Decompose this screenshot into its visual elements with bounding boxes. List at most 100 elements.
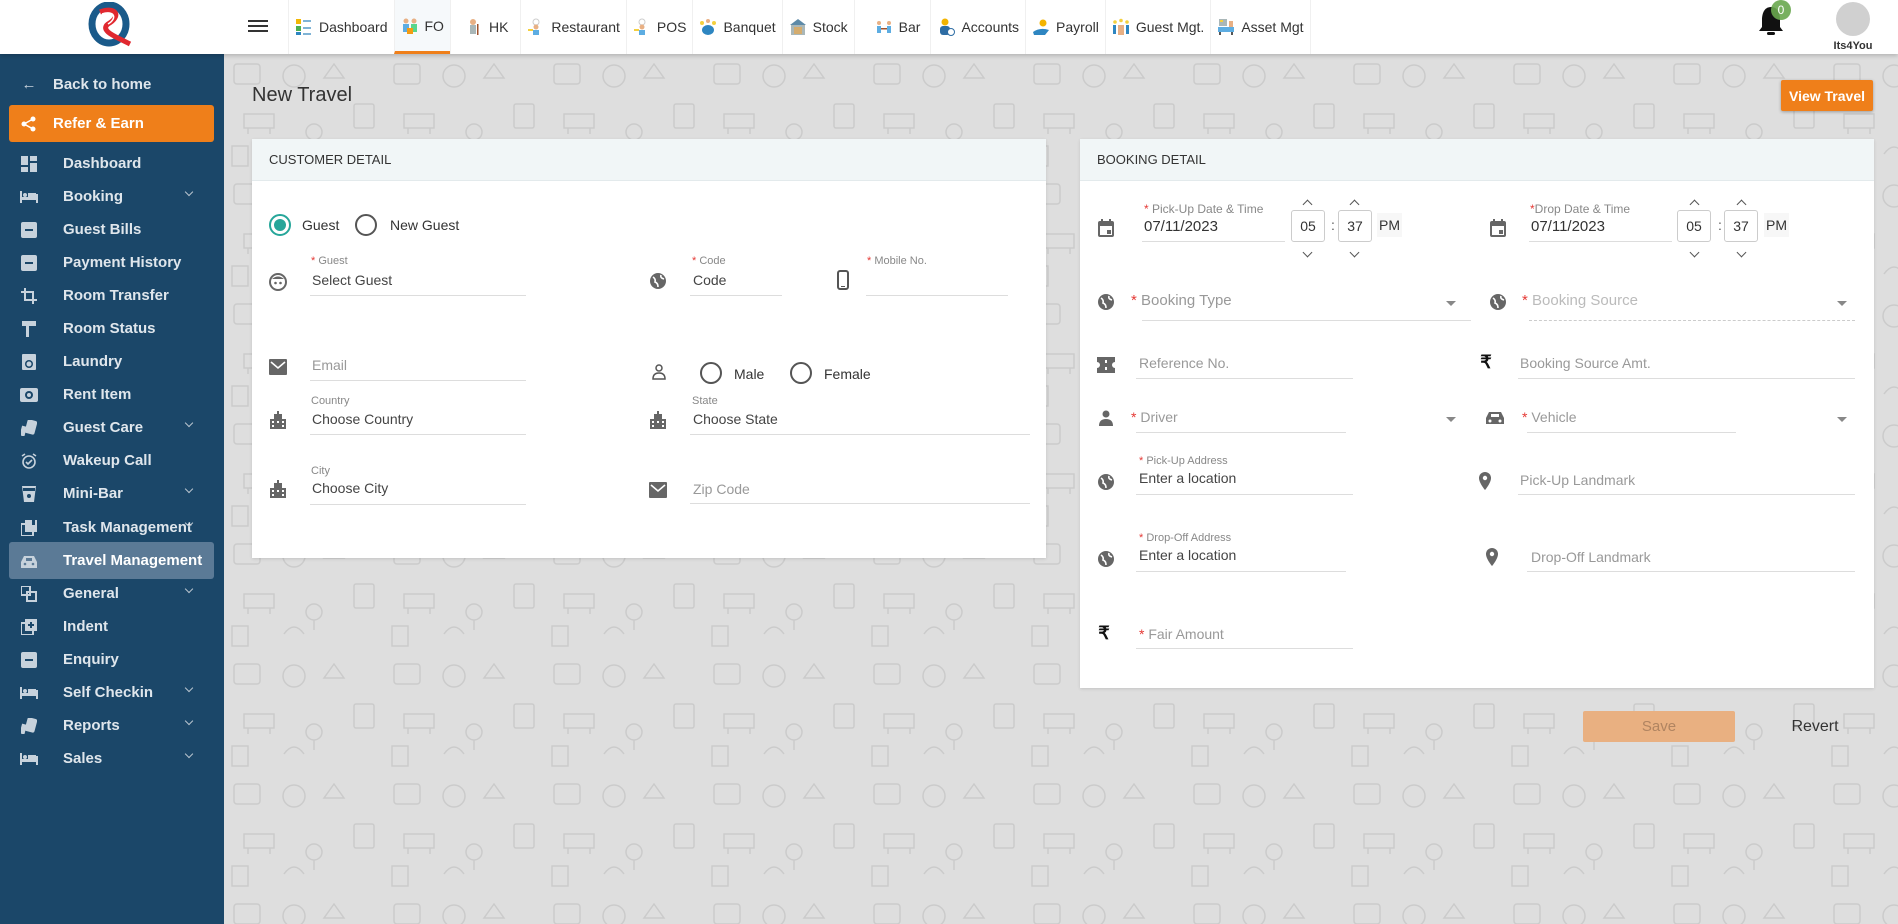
booking-source-select[interactable]: * Booking Source [1522,292,1638,309]
drop-minute-down-icon[interactable] [1736,247,1747,258]
sidebar-item-indent[interactable]: Indent [9,608,214,645]
save-button[interactable]: Save [1583,711,1735,742]
user-avatar[interactable] [1836,2,1870,36]
drop-address-input[interactable]: Enter a location [1139,547,1236,563]
module-accounts[interactable]: Accounts [930,0,1025,54]
pickup-hour-input[interactable]: 05 [1291,210,1325,242]
menu-toggle-button[interactable] [248,17,268,37]
module-pos[interactable]: POS [625,0,693,54]
module-nav: Dashboard FO HK Restaurant POS Banquet S… [288,0,1311,54]
alarm-icon [19,452,39,470]
drop-hour-input[interactable]: 05 [1677,210,1711,242]
sidebar-item-reports[interactable]: Reports [9,707,214,744]
state-select[interactable]: Choose State [693,411,778,427]
pickup-landmark-underline [1518,494,1855,495]
sidebar-item-guest-care[interactable]: Guest Care [9,409,214,446]
sidebar-item-room-transfer[interactable]: Room Transfer [9,277,214,314]
zip-code-input[interactable]: Zip Code [693,481,750,497]
pickup-date-input[interactable]: 07/11/2023 [1144,218,1218,235]
module-payroll[interactable]: Payroll [1025,0,1105,54]
drop-landmark-input[interactable]: Drop-Off Landmark [1531,549,1651,565]
country-label: Country [311,395,350,407]
sidebar-item-payment-history[interactable]: Payment History [9,244,214,281]
chevron-down-icon[interactable] [184,484,194,494]
new-guest-radio[interactable] [355,214,377,236]
customer-detail-card: CUSTOMER DETAIL Guest New Guest * Guest … [252,139,1046,558]
drop-hour-up-icon[interactable] [1689,199,1700,210]
sidebar-item-self-checkin[interactable]: Self Checkin [9,674,214,711]
mobile-input[interactable] [868,272,1008,292]
pickup-hour-up-icon[interactable] [1302,199,1313,210]
chevron-down-icon[interactable] [184,683,194,693]
drop-minute-input[interactable]: 37 [1724,210,1758,242]
caret-down-icon[interactable] [1837,417,1847,422]
sidebar-item-wakeup-call[interactable]: Wakeup Call [9,442,214,479]
sidebar-item-mini-bar[interactable]: Mini-Bar [9,475,214,512]
reference-no-input[interactable]: Reference No. [1139,355,1229,371]
drop-date-input[interactable]: 07/11/2023 [1531,218,1605,235]
sidebar-item-travel-management[interactable]: Travel Management [9,542,214,579]
module-asset-mgt[interactable]: Asset Mgt [1210,0,1311,54]
chevron-down-icon[interactable] [184,716,194,726]
chevron-down-icon[interactable] [184,749,194,759]
drop-minute-up-icon[interactable] [1736,199,1747,210]
caret-down-icon[interactable] [1837,301,1847,306]
sidebar-item-task-management[interactable]: Task Management [9,509,214,546]
module-bar[interactable]: Bar [853,0,931,54]
pickup-ampm-toggle[interactable]: PM [1377,213,1402,237]
drop-address-underline [1136,571,1346,572]
view-travel-button[interactable]: View Travel [1781,80,1873,111]
city-select[interactable]: Choose City [312,480,388,496]
revert-button[interactable]: Revert [1780,711,1850,742]
user-name[interactable]: Its4You [1820,40,1886,52]
guest-select[interactable]: Select Guest [312,272,392,288]
pickup-landmark-input[interactable]: Pick-Up Landmark [1520,472,1635,488]
sidebar-item-laundry[interactable]: Laundry [9,343,214,380]
module-banquet[interactable]: Banquet [692,0,781,54]
sidebar-item-booking[interactable]: Booking [9,178,214,215]
refer-and-earn-button[interactable]: Refer & Earn [9,105,214,142]
sidebar-item-general[interactable]: General [9,575,214,612]
guest-radio[interactable] [269,214,291,236]
caret-down-icon[interactable] [1446,301,1456,306]
app-logo[interactable] [86,2,136,48]
driver-select[interactable]: * Driver [1131,409,1178,425]
code-label: * Code [692,255,726,267]
pickup-minute-up-icon[interactable] [1349,199,1360,210]
sidebar-item-dashboard[interactable]: Dashboard [9,145,214,182]
chevron-down-icon[interactable] [184,584,194,594]
pos-icon [633,18,651,36]
code-select[interactable]: Code [693,272,726,288]
vehicle-select[interactable]: * Vehicle [1522,409,1577,425]
back-to-home-link[interactable]: ← Back to home [9,66,214,103]
sidebar-item-enquiry[interactable]: Enquiry [9,641,214,678]
fair-amount-input[interactable]: * Fair Amount [1139,626,1224,642]
pickup-minute-down-icon[interactable] [1349,247,1360,258]
sidebar-item-guest-bills[interactable]: Guest Bills [9,211,214,248]
module-fo[interactable]: FO [393,0,450,54]
sidebar-item-sales[interactable]: Sales [9,740,214,777]
booking-type-select[interactable]: * Booking Type [1131,292,1232,309]
male-radio[interactable] [700,362,722,384]
sidebar-item-rent-item[interactable]: Rent Item [9,376,214,413]
module-dashboard[interactable]: Dashboard [288,0,394,54]
female-radio[interactable] [790,362,812,384]
booking-detail-heading: BOOKING DETAIL [1080,139,1874,181]
email-input[interactable]: Email [312,357,347,373]
module-restaurant[interactable]: Restaurant [520,0,625,54]
module-guest-mgt[interactable]: Guest Mgt. [1104,0,1210,54]
sidebar-item-room-status[interactable]: Room Status [9,310,214,347]
pickup-hour-down-icon[interactable] [1302,247,1313,258]
caret-down-icon[interactable] [1446,417,1456,422]
sidebar-item-label: Enquiry [63,651,119,668]
drop-ampm-toggle[interactable]: PM [1764,213,1789,237]
chevron-down-icon[interactable] [184,418,194,428]
drop-hour-down-icon[interactable] [1689,247,1700,258]
country-select[interactable]: Choose Country [312,411,413,427]
booking-source-amount-input[interactable]: Booking Source Amt. [1520,355,1651,371]
pickup-address-input[interactable]: Enter a location [1139,470,1236,486]
module-hk[interactable]: HK [449,0,520,54]
chevron-down-icon[interactable] [184,187,194,197]
pickup-minute-input[interactable]: 37 [1338,210,1372,242]
module-stock[interactable]: Stock [781,0,854,54]
